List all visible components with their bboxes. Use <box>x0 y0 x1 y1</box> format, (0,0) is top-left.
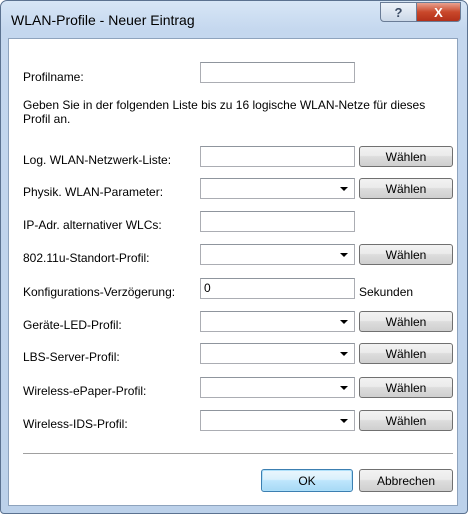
chevron-down-icon[interactable] <box>340 352 348 356</box>
chevron-down-icon[interactable] <box>340 187 348 191</box>
ip-adr-label: IP-Adr. alternativer WLCs: <box>23 218 162 232</box>
window-title: WLAN-Profile - Neuer Eintrag <box>11 12 195 28</box>
ip-adr-input[interactable] <box>200 211 355 232</box>
ids-dropdown[interactable] <box>200 410 355 431</box>
chevron-down-icon[interactable] <box>340 386 348 390</box>
title-bar: WLAN-Profile - Neuer Eintrag ? X <box>1 1 467 39</box>
led-label: Geräte-LED-Profil: <box>23 318 122 332</box>
epaper-label: Wireless-ePaper-Profil: <box>23 384 147 398</box>
help-button[interactable]: ? <box>380 2 417 22</box>
ok-button[interactable]: OK <box>261 469 353 492</box>
standort-select-button[interactable]: Wählen <box>359 244 453 265</box>
chevron-down-icon[interactable] <box>340 253 348 257</box>
lbs-label: LBS-Server-Profil: <box>23 350 120 364</box>
log-wlan-select-button[interactable]: Wählen <box>359 146 453 167</box>
lbs-select-button[interactable]: Wählen <box>359 343 453 364</box>
profilename-label: Profilname: <box>23 70 84 84</box>
verzoegerung-input[interactable]: 0 <box>200 278 355 299</box>
log-wlan-input[interactable] <box>200 146 355 167</box>
log-wlan-label: Log. WLAN-Netzwerk-Liste: <box>23 153 172 167</box>
physik-select-button[interactable]: Wählen <box>359 178 453 199</box>
profilename-input[interactable] <box>200 62 355 83</box>
physik-dropdown[interactable] <box>200 178 355 199</box>
chevron-down-icon[interactable] <box>340 320 348 324</box>
epaper-select-button[interactable]: Wählen <box>359 377 453 398</box>
ids-label: Wireless-IDS-Profil: <box>23 417 128 431</box>
description-text: Geben Sie in der folgenden Liste bis zu … <box>23 98 426 126</box>
led-select-button[interactable]: Wählen <box>359 311 453 332</box>
lbs-dropdown[interactable] <box>200 343 355 364</box>
standort-dropdown[interactable] <box>200 244 355 265</box>
epaper-dropdown[interactable] <box>200 377 355 398</box>
close-button[interactable]: X <box>416 2 461 22</box>
verzoegerung-label: Konfigurations-Verzögerung: <box>23 285 176 299</box>
separator <box>23 453 453 455</box>
standort-label: 802.11u-Standort-Profil: <box>23 251 150 265</box>
physik-label: Physik. WLAN-Parameter: <box>23 185 164 199</box>
verzoegerung-unit: Sekunden <box>359 285 414 299</box>
ids-select-button[interactable]: Wählen <box>359 410 453 431</box>
led-dropdown[interactable] <box>200 311 355 332</box>
cancel-button[interactable]: Abbrechen <box>359 469 453 492</box>
chevron-down-icon[interactable] <box>340 419 348 423</box>
